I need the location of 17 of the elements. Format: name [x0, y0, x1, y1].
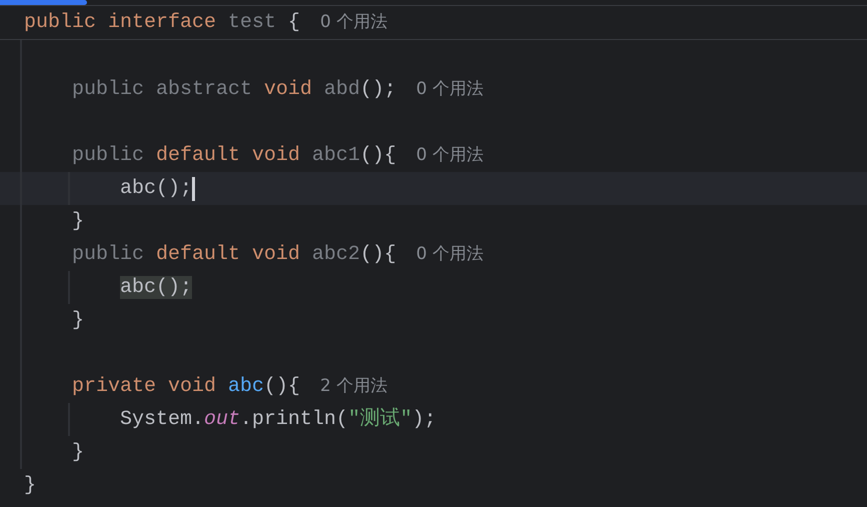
- text-caret: [192, 176, 196, 200]
- code-line: public default void abc2(){: [72, 242, 396, 268]
- usage-hint: 2 个用法: [320, 375, 388, 398]
- usage-hint: 0 个用法: [416, 243, 484, 266]
- code-line: private void abc(){: [72, 374, 300, 400]
- code-line: }: [72, 440, 84, 466]
- code-line: }: [72, 209, 84, 235]
- usage-hint: 0 个用法: [416, 144, 484, 167]
- code-line: }: [24, 473, 36, 499]
- usage-hint: 0 个用法: [320, 11, 388, 34]
- usage-hint: 0 个用法: [416, 78, 484, 101]
- code-line: abc();: [120, 176, 192, 202]
- code-line: }: [72, 308, 84, 334]
- code-line: public abstract void abd();: [72, 77, 396, 103]
- code-line: public default void abc1(){: [72, 143, 396, 169]
- code-line: public interface test {: [24, 10, 300, 36]
- code-line: System.out.println("测试");: [120, 406, 436, 433]
